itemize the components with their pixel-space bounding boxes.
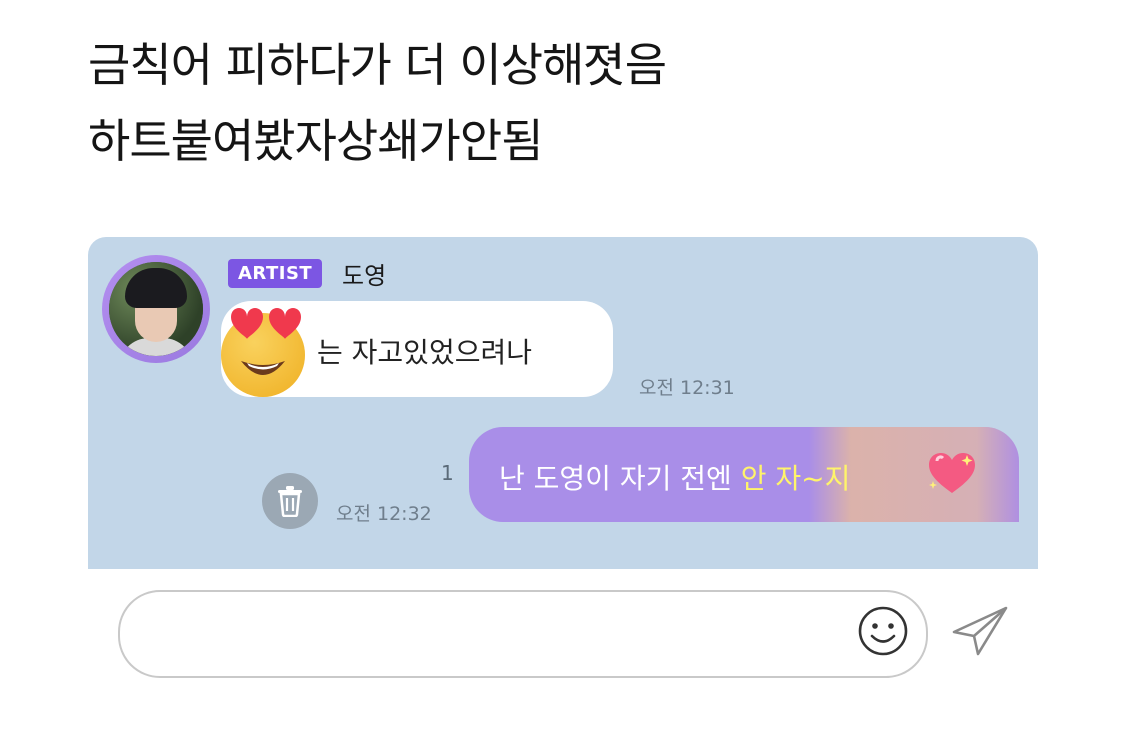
outgoing-text-highlight: 안 자~지 bbox=[740, 462, 851, 495]
unread-count: 1 bbox=[441, 461, 454, 485]
caption-line-1: 금칙어 피하다가 더 이상해졋음 bbox=[88, 38, 667, 92]
caption-line-2: 하트붙여봤자상쇄가안됨 bbox=[88, 114, 544, 168]
outgoing-message-bubble[interactable]: 난 도영이 자기 전엔 안 자~지 bbox=[469, 427, 1019, 522]
message-input[interactable] bbox=[118, 590, 928, 678]
sparkling-heart-emoji bbox=[929, 453, 975, 493]
emoji-button[interactable] bbox=[855, 603, 911, 659]
avatar-photo bbox=[109, 262, 203, 356]
outgoing-message-text: 난 도영이 자기 전엔 안 자~지 bbox=[499, 457, 850, 497]
delete-button[interactable] bbox=[262, 473, 318, 529]
incoming-message-bubble[interactable]: 는 자고있었으려나 bbox=[221, 301, 613, 397]
incoming-timestamp: 오전 12:31 bbox=[639, 377, 735, 399]
sender-name[interactable]: 도영 bbox=[342, 256, 386, 291]
outgoing-timestamp: 오전 12:32 bbox=[336, 503, 432, 525]
artist-badge: ARTIST bbox=[228, 259, 323, 288]
heart-eyes-emoji bbox=[221, 308, 305, 397]
outgoing-text-plain: 난 도영이 자기 전엔 bbox=[499, 462, 741, 495]
incoming-message-text: 는 자고있었으려나 bbox=[317, 336, 532, 369]
smiley-icon bbox=[858, 606, 908, 656]
trash-icon bbox=[278, 486, 302, 517]
chat-area: ARTIST 도영 는 자고있었으려나 오전 12:31 1 오전 12:32 … bbox=[88, 237, 1038, 569]
avatar[interactable] bbox=[102, 255, 210, 363]
send-button[interactable] bbox=[948, 602, 1012, 660]
paper-plane-icon bbox=[952, 606, 1008, 656]
